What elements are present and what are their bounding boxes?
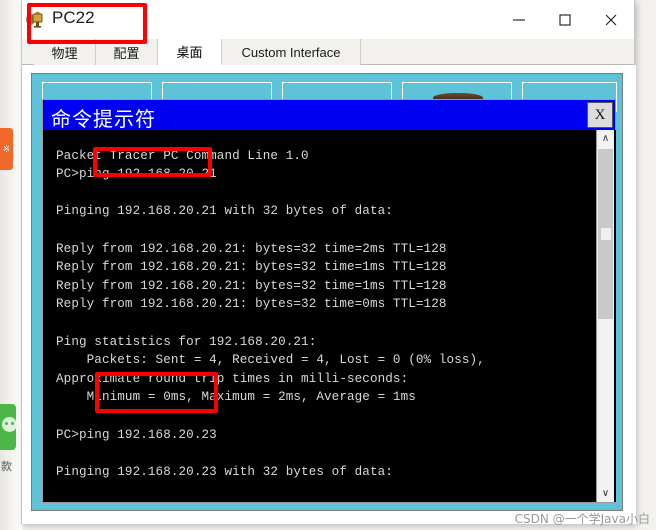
window-title: PC22 xyxy=(52,8,95,27)
background-left-label: 款 xyxy=(1,460,12,473)
maximize-button[interactable] xyxy=(542,0,588,40)
command-prompt-titlebar: 命令提示符 X xyxy=(43,100,615,131)
scroll-down-arrow-icon[interactable]: ∨ xyxy=(597,485,614,502)
command-prompt-body[interactable]: Packet Tracer PC Command Line 1.0 PC>pin… xyxy=(44,130,616,502)
close-button[interactable] xyxy=(588,0,634,40)
tab-content-pane: 命令提示符 X Packet Tracer PC Command Line 1.… xyxy=(22,65,636,524)
tab-config[interactable]: 配置 xyxy=(96,39,158,65)
scroll-up-arrow-icon[interactable]: ∧ xyxy=(597,130,614,147)
packet-tracer-desktop: 命令提示符 X Packet Tracer PC Command Line 1.… xyxy=(31,73,623,511)
window-titlebar: PC22 xyxy=(22,0,634,40)
command-prompt-close-button[interactable]: X xyxy=(587,102,613,128)
terminal-output: Packet Tracer PC Command Line 1.0 PC>pin… xyxy=(56,148,485,502)
watermark-text: CSDN @一个学Java小白 xyxy=(514,512,650,526)
minimize-button[interactable] xyxy=(496,0,542,40)
pc-device-window: PC22 物理 配置 桌面 Custom Interface 命令提示符 X P… xyxy=(21,0,636,524)
terminal-scrollbar[interactable]: ∧ ∨ xyxy=(596,130,614,502)
background-orange-tab[interactable]: ※ xyxy=(0,128,13,170)
pc-device-icon xyxy=(25,10,45,30)
screenshot-root: ※ 款 PC22 物理 配置 桌面 Custom Interface 命令提示符… xyxy=(0,0,656,530)
tab-strip: 物理 配置 桌面 Custom Interface xyxy=(22,39,634,65)
background-green-app-icon[interactable] xyxy=(0,404,17,450)
window-controls xyxy=(496,0,634,40)
tab-desktop[interactable]: 桌面 xyxy=(158,39,222,65)
scrollbar-thumb[interactable] xyxy=(598,149,613,319)
tab-custom-interface[interactable]: Custom Interface xyxy=(222,39,361,65)
command-prompt-title: 命令提示符 xyxy=(51,107,156,131)
background-left-strip xyxy=(0,0,22,530)
tab-physical[interactable]: 物理 xyxy=(34,39,96,65)
command-prompt-window: 命令提示符 X Packet Tracer PC Command Line 1.… xyxy=(42,99,616,503)
